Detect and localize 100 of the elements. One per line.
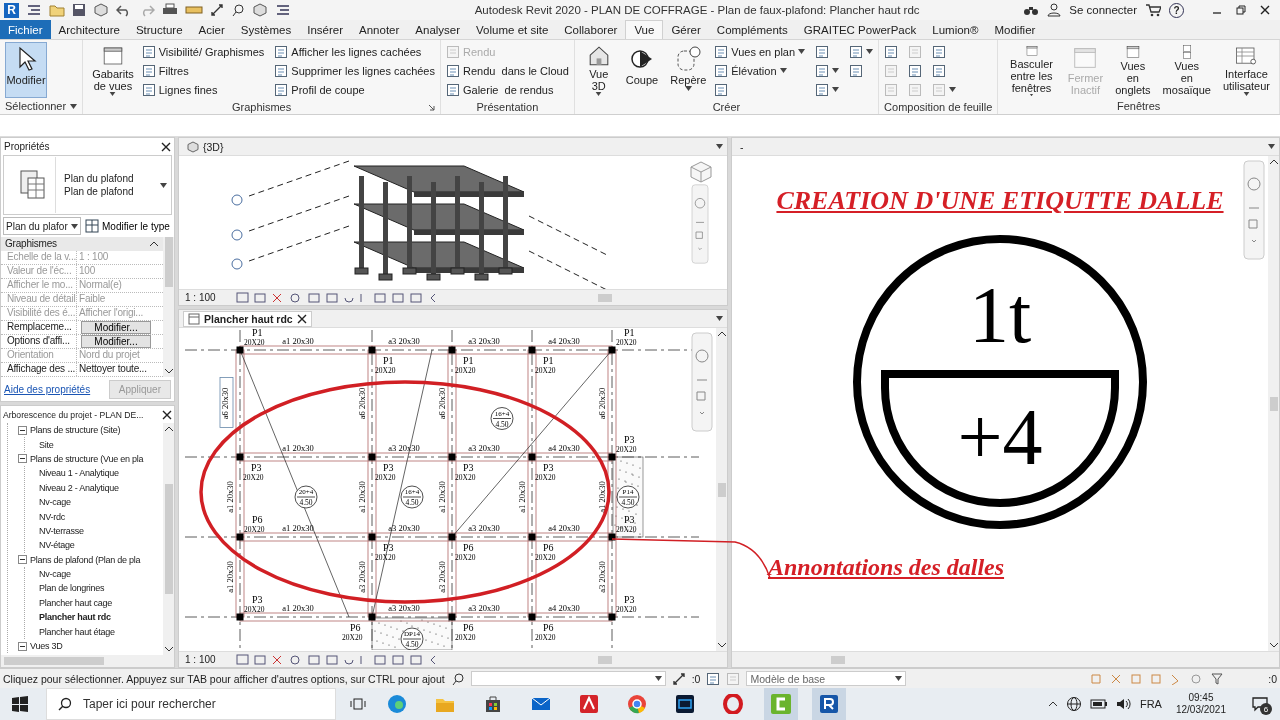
tree-item[interactable]: Plancher haut cage xyxy=(39,597,113,608)
ribbon-tab[interactable]: Systèmes xyxy=(232,20,300,39)
beam-label: a3 20x30 xyxy=(468,603,500,613)
tree-item[interactable]: Nv-cage xyxy=(39,497,71,508)
edit-button[interactable]: Modifier... xyxy=(81,320,151,334)
tree-item[interactable]: Plan de longrines xyxy=(39,583,105,594)
sign-in-link[interactable]: Se connecter xyxy=(1069,4,1137,16)
column-mark: P3 xyxy=(624,434,635,445)
tree-item[interactable]: Site xyxy=(39,439,54,450)
language-indicator[interactable]: FRA xyxy=(1139,698,1162,710)
tool-button[interactable]: Interface utilisateur xyxy=(1218,42,1274,98)
properties-help-link[interactable]: Aide des propriétés xyxy=(4,383,91,395)
tool-button[interactable]: Rendu dans le Cloud xyxy=(446,63,569,78)
tree-item[interactable]: NV-étage xyxy=(39,540,75,551)
callout-text: Annontations des dalles xyxy=(768,554,1005,581)
tool-button[interactable]: Supprimer les lignes cachées xyxy=(274,63,435,78)
tool-button[interactable]: Gabarits de vues xyxy=(88,42,138,98)
tool-button[interactable]: Afficher les lignes cachées xyxy=(274,44,435,59)
notification-count: 6 xyxy=(1260,703,1272,715)
tree-item[interactable]: NV-rdc xyxy=(39,511,65,522)
tag-bottom-text: +4 xyxy=(957,393,1043,481)
instance-dropdown[interactable]: Plan du plafor xyxy=(3,217,81,235)
type-selector[interactable]: Plan du plafond Plan de plafond xyxy=(3,155,172,215)
column-mark: P6 xyxy=(543,542,554,553)
tree-item[interactable]: Plancher haut étage xyxy=(39,626,115,637)
panel-title: Créer xyxy=(712,100,741,113)
ribbon-tab[interactable]: Acier xyxy=(190,20,233,39)
model-dropdown[interactable]: Modèle de base xyxy=(746,671,907,686)
tool-button[interactable]: Repère xyxy=(666,42,711,98)
app-logo-icon[interactable]: R xyxy=(4,2,19,18)
tool-button[interactable]: Vues en mosaïque xyxy=(1158,42,1215,98)
clock-time[interactable]: 09:45 xyxy=(1188,692,1214,704)
beam-label: a3 20x30 xyxy=(468,523,500,533)
beam-label: a1 20x30 xyxy=(437,481,447,513)
tool-button[interactable]: Coupe xyxy=(621,42,663,98)
property-name: Remplaceme... xyxy=(1,320,77,334)
ribbon-tab[interactable]: Analyser xyxy=(407,20,469,39)
tool-button[interactable]: Vues en plan xyxy=(714,44,806,59)
tree-item[interactable]: Plans de plafond (Plan de pla xyxy=(30,554,141,565)
beam-label: a1 20x30 xyxy=(225,481,235,513)
file-menu-button[interactable]: Fichier xyxy=(0,20,51,39)
view-scale[interactable]: 1 : 100 xyxy=(185,654,225,665)
tool-button[interactable]: Élévation xyxy=(714,63,806,78)
ribbon-tab[interactable]: Gérer xyxy=(663,20,709,39)
panel-title: Sélectionner xyxy=(5,100,67,112)
tag-top-text: 1t xyxy=(968,271,1032,359)
ribbon-tab[interactable]: Collaborer xyxy=(556,20,626,39)
tree-item[interactable]: Plans de structure (Vue en pla xyxy=(30,453,144,464)
column-mark: P3 xyxy=(624,594,635,605)
ribbon-tab[interactable]: Vue xyxy=(625,20,664,39)
ribbon-tab[interactable]: Architecture xyxy=(50,20,128,39)
tool-button[interactable]: Visibilité/ Graphismes xyxy=(141,44,265,59)
tool-button[interactable]: Modifier xyxy=(5,42,47,98)
ribbon-tab[interactable]: Compléments xyxy=(708,20,796,39)
tree-item[interactable]: Niveau 2 - Analytique xyxy=(39,482,119,493)
beam-label: a4 20x30 xyxy=(548,523,580,533)
tool-button[interactable]: Filtres xyxy=(141,63,265,78)
beam-label: a4 20x30 xyxy=(548,336,580,346)
tool-button[interactable]: Vues en onglets xyxy=(1111,42,1155,98)
view-tab[interactable]: {3D} xyxy=(183,139,228,154)
group-header[interactable]: Graphismes xyxy=(1,237,163,251)
ribbon-tab[interactable]: GRAITEC PowerPack xyxy=(795,20,925,39)
beam-label: a6 20x30 xyxy=(437,387,447,420)
beam-label: a3 20x30 xyxy=(468,443,500,453)
tool-button[interactable]: Profil de coupe xyxy=(274,82,435,97)
tool-button[interactable]: Basculer entre les fenêtres xyxy=(1003,42,1060,98)
view-tab[interactable]: - xyxy=(736,139,748,154)
type-name: Plan du plafond xyxy=(64,172,135,185)
panel-title: Composition de feuille xyxy=(884,100,993,113)
beam-label: a3 20x30 xyxy=(357,561,367,593)
tree-item[interactable]: Plans de structure (Site) xyxy=(30,425,121,436)
property-value: Nord du projet xyxy=(79,348,140,360)
ribbon-tab[interactable]: Volume et site xyxy=(468,20,557,39)
column-mark: P1 xyxy=(463,355,474,366)
beam-label: a1 20x30 xyxy=(225,561,235,593)
view-scale[interactable]: 1 : 100 xyxy=(185,292,225,303)
ribbon-tab[interactable]: Modifier xyxy=(986,20,1044,39)
column-mark: P3 xyxy=(252,594,263,605)
property-value[interactable]: Nettoyer toute... xyxy=(79,362,147,374)
column-mark: P3 xyxy=(463,462,474,473)
beam-label: a1 20x30 xyxy=(282,523,314,533)
ribbon-tab[interactable]: Lumion® xyxy=(924,20,987,39)
tree-item[interactable]: Nv-cage xyxy=(39,569,71,580)
view-tab[interactable]: Plancher haut rdc xyxy=(183,310,312,327)
clock-date[interactable]: 12/03/2021 xyxy=(1175,704,1226,716)
tool-button[interactable]: Galerie de rendus xyxy=(446,82,569,97)
beam-label: a6 20x30 xyxy=(220,387,230,420)
ribbon-tab[interactable]: Insérer xyxy=(299,20,352,39)
ribbon-tab[interactable]: Annoter xyxy=(351,20,408,39)
edit-type-button[interactable]: Modifier le type xyxy=(85,219,170,233)
taskbar-search-field[interactable]: Taper ici pour rechercher xyxy=(46,688,336,720)
tree-item[interactable]: Vues 3D xyxy=(30,641,63,652)
ribbon-tab[interactable]: Structure xyxy=(127,20,191,39)
tool-button[interactable]: Vue 3D xyxy=(579,42,618,98)
edit-button[interactable]: Modifier... xyxy=(81,334,151,348)
tree-item[interactable]: Plancher haut rdc xyxy=(39,612,111,623)
tool-button[interactable]: Lignes fines xyxy=(141,82,265,97)
tree-item[interactable]: NV-terrasse xyxy=(39,525,84,536)
tree-item[interactable]: Niveau 1 - Analytique xyxy=(39,468,119,479)
beam-label: a6 20x30 xyxy=(357,387,367,420)
